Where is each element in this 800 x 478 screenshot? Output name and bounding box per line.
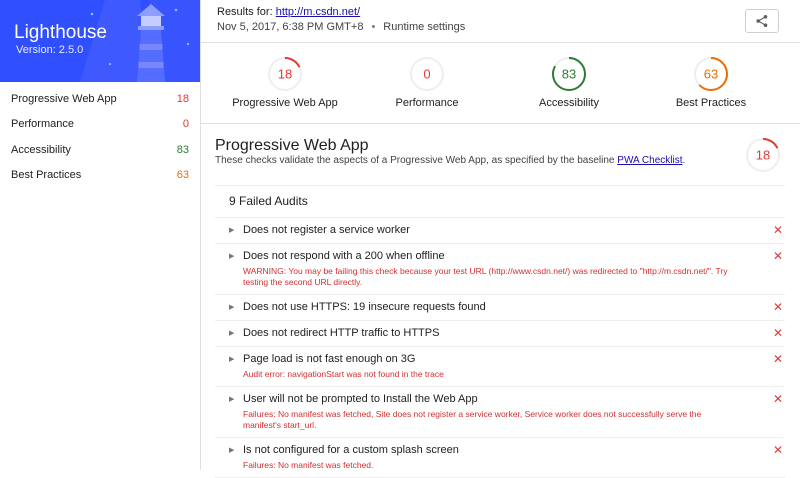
- score-summary: 18 Progressive Web App 0 Performance 83 …: [201, 43, 800, 124]
- gauge-label: Accessibility: [539, 97, 599, 109]
- sidebar-item-label: Accessibility: [11, 143, 71, 156]
- x-icon: ✕: [772, 443, 783, 457]
- audit-item[interactable]: ▶ Page load is not fast enough on 3G Aud…: [215, 347, 785, 387]
- expand-icon: ▶: [229, 330, 235, 337]
- gauge-label: Progressive Web App: [232, 97, 338, 109]
- gauge-label: Performance: [395, 97, 459, 109]
- brand-banner: Lighthouse Version: 2.5.0: [0, 0, 200, 82]
- report-timestamp: Nov 5, 2017, 6:38 PM GMT+8: [217, 21, 364, 33]
- score-gauge-ring: 18: [268, 57, 302, 91]
- expand-icon: ▶: [229, 227, 235, 234]
- share-button[interactable]: [745, 9, 779, 33]
- sidebar-item-label: Progressive Web App: [11, 92, 117, 105]
- expand-icon: ▶: [229, 253, 235, 260]
- audit-item[interactable]: ▶ Does not register a service worker ✕: [215, 218, 785, 244]
- expand-icon: ▶: [229, 396, 235, 403]
- report-meta: Nov 5, 2017, 6:38 PM GMT+8 • Runtime set…: [217, 21, 465, 33]
- audit-title: User will not be prompted to Install the…: [243, 393, 478, 405]
- sidebar-item-performance[interactable]: Performance 0: [0, 112, 200, 138]
- audit-title: Does not respond with a 200 when offline: [243, 250, 445, 262]
- audit-detail: Audit error: navigationStart was not fou…: [243, 369, 444, 379]
- gauge-score: 18: [278, 67, 292, 82]
- score-gauge-ring: 63: [694, 57, 728, 91]
- x-icon: ✕: [772, 249, 783, 263]
- gauge-best-practices[interactable]: 63 Best Practices: [641, 56, 781, 109]
- x-icon: ✕: [772, 352, 783, 366]
- gauge-score: 0: [423, 67, 430, 82]
- x-icon: ✕: [772, 223, 783, 237]
- sidebar-item-score: 0: [182, 118, 189, 131]
- x-icon: ✕: [772, 326, 783, 340]
- section-description-text: These checks validate the aspects of a P…: [215, 155, 615, 166]
- section-score-gauge: 18: [746, 138, 780, 172]
- expand-icon: ▶: [229, 356, 235, 363]
- audit-detail: WARNING: You may be failing this check b…: [243, 266, 728, 287]
- score-gauge-ring: 0: [410, 57, 444, 91]
- results-for: Results for: http://m.csdn.net/: [217, 6, 360, 18]
- tested-url-link[interactable]: http://m.csdn.net/: [276, 6, 360, 18]
- sidebar: Lighthouse Version: 2.5.0 Progressive We…: [0, 0, 201, 470]
- report-header: Results for: http://m.csdn.net/ Nov 5, 2…: [201, 0, 800, 43]
- sidebar-item-score: 63: [176, 169, 189, 182]
- audit-detail: Failures: No manifest was fetched, Site …: [243, 409, 702, 430]
- runtime-settings-toggle[interactable]: Runtime settings: [383, 21, 465, 33]
- x-icon: ✕: [772, 392, 783, 406]
- expand-icon: ▶: [229, 304, 235, 311]
- pwa-checklist-link[interactable]: PWA Checklist: [617, 155, 682, 166]
- section-description-end: .: [682, 155, 686, 166]
- audit-item[interactable]: ▶ User will not be prompted to Install t…: [215, 387, 785, 438]
- sidebar-item-score: 83: [176, 143, 189, 156]
- category-nav: Progressive Web App 18 Performance 0 Acc…: [0, 86, 200, 188]
- expand-icon: ▶: [229, 447, 235, 454]
- audit-detail: Failures: No manifest was fetched.: [243, 460, 374, 470]
- sidebar-item-score: 18: [176, 92, 189, 105]
- audit-item[interactable]: ▶ Does not use HTTPS: 19 insecure reques…: [215, 295, 785, 321]
- share-icon: [756, 15, 768, 27]
- gauge-label: Best Practices: [675, 97, 747, 109]
- failed-audits-group: 9 Failed Audits ▶ Does not register a se…: [215, 185, 785, 478]
- audit-title: Page load is not fast enough on 3G: [243, 353, 416, 365]
- section-description: These checks validate the aspects of a P…: [215, 155, 685, 166]
- audit-title: Is not configured for a custom splash sc…: [243, 444, 459, 456]
- score-gauge-ring: 83: [552, 57, 586, 91]
- audit-title: Does not redirect HTTP traffic to HTTPS: [243, 327, 440, 339]
- audit-item[interactable]: ▶ Does not redirect HTTP traffic to HTTP…: [215, 321, 785, 347]
- sidebar-item-label: Best Practices: [11, 169, 82, 182]
- separator-dot: •: [371, 21, 376, 33]
- audit-item[interactable]: ▶ Is not configured for a custom splash …: [215, 438, 785, 478]
- audit-title: Does not use HTTPS: 19 insecure requests…: [243, 301, 486, 313]
- audit-item[interactable]: ▶ Does not respond with a 200 when offli…: [215, 244, 785, 295]
- sidebar-item-accessibility[interactable]: Accessibility 83: [0, 137, 200, 163]
- pwa-section: Progressive Web App These checks validat…: [201, 124, 800, 478]
- x-icon: ✕: [772, 300, 783, 314]
- gauge-score: 83: [562, 67, 576, 82]
- app-title: Lighthouse: [14, 22, 107, 43]
- audit-title: Does not register a service worker: [243, 224, 410, 236]
- app-version: Version: 2.5.0: [16, 44, 84, 56]
- section-score: 18: [756, 148, 770, 163]
- sidebar-item-pwa[interactable]: Progressive Web App 18: [0, 86, 200, 112]
- failed-audits-heading[interactable]: 9 Failed Audits: [215, 185, 785, 218]
- gauge-accessibility[interactable]: 83 Accessibility: [499, 56, 639, 109]
- section-title: Progressive Web App: [215, 137, 369, 154]
- gauge-pwa[interactable]: 18 Progressive Web App: [215, 56, 355, 109]
- gauge-performance[interactable]: 0 Performance: [357, 56, 497, 109]
- sidebar-item-best-practices[interactable]: Best Practices 63: [0, 163, 200, 189]
- gauge-score: 63: [704, 67, 718, 82]
- sidebar-item-label: Performance: [11, 118, 74, 131]
- results-prefix: Results for:: [217, 6, 273, 18]
